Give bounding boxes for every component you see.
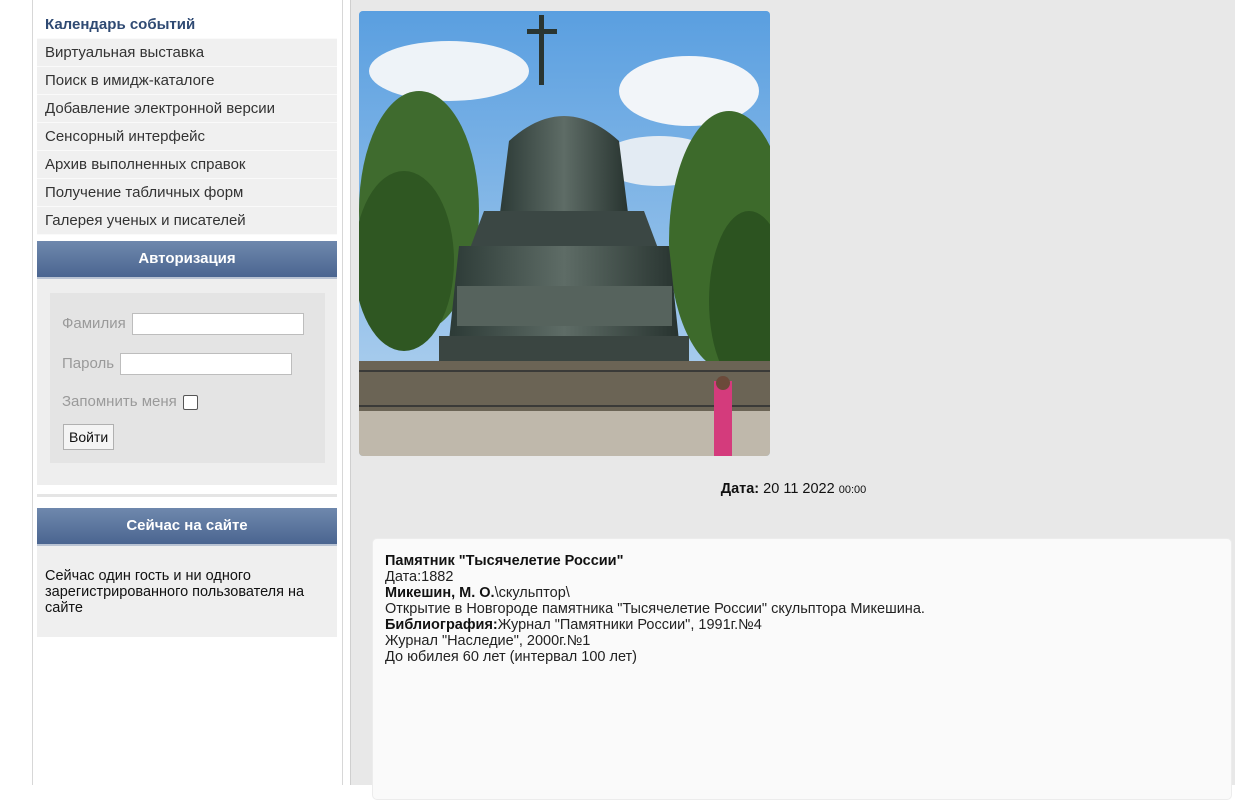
menu-item-references-archive[interactable]: Архив выполненных справок <box>37 151 337 179</box>
time-value: 00:00 <box>838 484 867 496</box>
menu-item-scientists-gallery[interactable]: Галерея ученых и писателей <box>37 207 337 235</box>
auth-header: Авторизация <box>37 241 337 279</box>
password-label: Пароль <box>62 354 115 372</box>
remember-checkbox[interactable] <box>182 394 198 410</box>
menu-item-virtual-exhibition[interactable]: Виртуальная выставка <box>37 39 337 67</box>
password-input[interactable] <box>120 353 293 375</box>
menu-item-events-calendar[interactable]: Календарь событий <box>37 12 337 39</box>
event-info-text: Памятник "Тысячелетие России" Дата:1882 … <box>385 553 925 665</box>
surname-input[interactable] <box>131 313 304 335</box>
auth-inner-panel: Фамилия Пароль Запомнить меня Войти <box>50 293 325 463</box>
password-row: Пароль <box>62 353 293 375</box>
main-menu: Календарь событий Виртуальная выставка П… <box>37 12 337 235</box>
monument-photo <box>359 11 770 456</box>
event-date: Дата: 20 11 2022 00:00 <box>351 481 1235 497</box>
event-description: Открытие в Новгороде памятника "Тысячеле… <box>385 601 925 617</box>
menu-item-table-forms[interactable]: Получение табличных форм <box>37 179 337 207</box>
author-name: Микешин, М. О. <box>385 585 495 601</box>
remember-label: Запомнить меня <box>62 393 177 410</box>
event-year: Дата:1882 <box>385 569 454 585</box>
event-info-card: Памятник "Тысячелетие России" Дата:1882 … <box>372 538 1232 800</box>
event-title: Памятник "Тысячелетие России" <box>385 553 624 569</box>
left-sidebar: Календарь событий Виртуальная выставка П… <box>32 0 343 785</box>
menu-item-touch-interface[interactable]: Сенсорный интерфейс <box>37 123 337 151</box>
author-role: \скульптор\ <box>494 585 570 601</box>
main-content: Дата: 20 11 2022 00:00 Памятник "Тысячел… <box>350 0 1235 800</box>
sidebar-divider <box>37 494 337 497</box>
bibliography-item-2: Журнал "Наследие", 2000г.№1 <box>385 633 591 649</box>
bibliography-item-1: Журнал "Памятники России", 1991г.№4 <box>497 617 762 633</box>
menu-item-image-catalog-search[interactable]: Поиск в имидж-каталоге <box>37 67 337 95</box>
online-header: Сейчас на сайте <box>37 508 337 546</box>
date-label: Дата: <box>720 481 760 497</box>
date-value: 20 11 2022 <box>763 481 835 497</box>
surname-label: Фамилия <box>62 314 126 332</box>
online-status-text: Сейчас один гость и ни одного зарегистри… <box>45 568 305 616</box>
bibliography-label: Библиография: <box>385 617 498 633</box>
menu-item-add-electronic-version[interactable]: Добавление электронной версии <box>37 95 337 123</box>
surname-row: Фамилия <box>62 313 304 335</box>
jubilee-info: До юбилея 60 лет (интервал 100 лет) <box>385 649 638 665</box>
monument-image <box>359 11 770 456</box>
online-panel: Сейчас один гость и ни одного зарегистри… <box>37 546 337 637</box>
remember-row: Запомнить меня <box>62 393 198 410</box>
login-button[interactable]: Войти <box>63 424 115 450</box>
auth-form: Фамилия Пароль Запомнить меня Войти <box>37 279 337 485</box>
